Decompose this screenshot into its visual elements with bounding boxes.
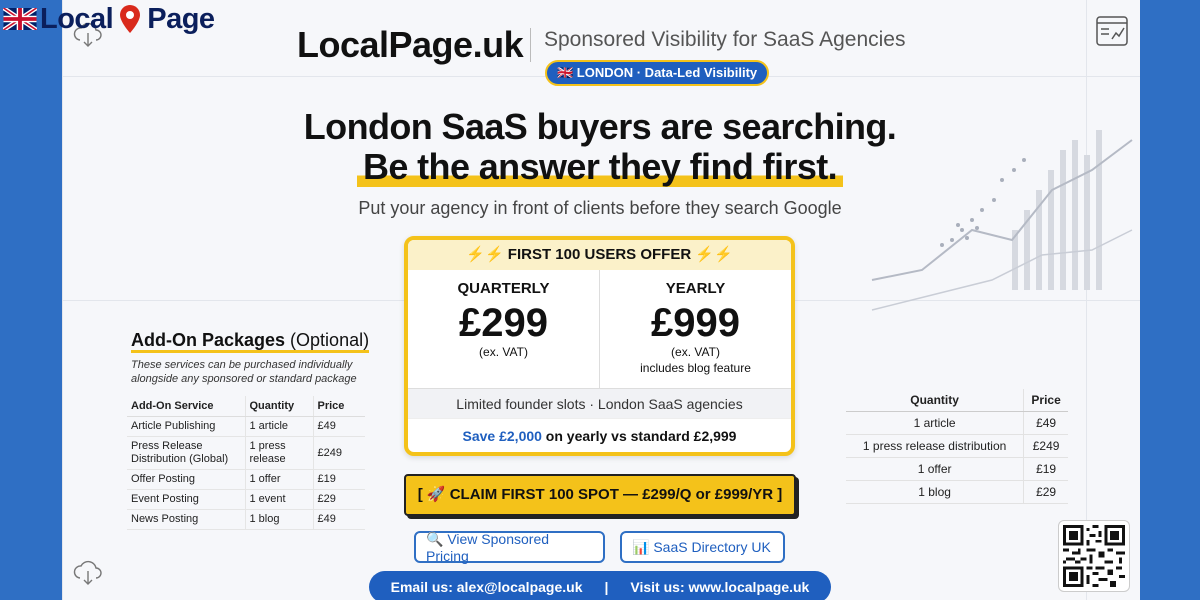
price-cell: £29 [312,489,365,510]
savings-text: on yearly vs standard £2,999 [541,428,737,444]
saas-directory-button[interactable]: 📊 SaaS Directory UK [620,531,785,563]
table-row: Article Publishing 1 article £49 [127,416,365,437]
table-header: Quantity [244,396,313,417]
plan-price: £999 [651,301,740,345]
grid-line [62,0,63,600]
service-cell: Article Publishing [127,416,245,437]
quantity-cell: 1 press release distribution [846,434,1024,458]
offer-card: ⚡⚡ FIRST 100 USERS OFFER ⚡⚡ QUARTERLY £2… [404,236,795,456]
offer-header: ⚡⚡ FIRST 100 USERS OFFER ⚡⚡ [408,240,791,270]
addon-title-bold: Add-On Packages [131,330,286,350]
price-cell: £29 [1023,480,1068,504]
plan-title: YEARLY [665,280,726,297]
table-header: Quantity [846,389,1024,412]
website-link[interactable]: Visit us: www.localpage.uk [630,579,809,595]
yearly-plan[interactable]: YEARLY £999 (ex. VAT) includes blog feat… [599,270,791,388]
location-pin-icon [120,5,141,33]
table-row: News Posting 1 blog £49 [127,509,365,530]
quantity-cell: 1 article [846,411,1024,435]
email-link[interactable]: Email us: alex@localpage.uk [391,579,583,595]
table-header: Add-On Service [127,396,245,417]
hero-headline-line2: Be the answer they find first. [0,146,1200,188]
table-row: 1 blog £29 [846,480,1068,504]
hero-highlight: Be the answer they find first. [356,146,844,187]
quantity-cell: 1 blog [846,480,1024,504]
table-row: Offer Posting 1 offer £19 [127,469,365,490]
table-header: Price [1023,389,1068,412]
service-cell: News Posting [127,509,245,530]
plan-price: £299 [459,301,548,345]
view-sponsored-pricing-button[interactable]: 🔍 View Sponsored Pricing [414,531,605,564]
quantity-cell: 1 event [244,489,313,510]
price-cell: £249 [1023,434,1068,458]
corner-logo: Local Page [0,2,215,36]
addon-packages-title: Add-On Packages (Optional) [131,330,370,353]
table-row: 1 press release distribution £249 [846,434,1068,458]
quantity-cell: 1 article [244,416,313,437]
addon-packages-note: These services can be purchased individu… [131,359,357,385]
service-cell: Event Posting [127,489,245,510]
claim-spot-button[interactable]: [ 🚀 CLAIM FIRST 100 SPOT — £299/Q or £99… [404,474,796,516]
plan-vat-note: (ex. VAT) [671,345,720,359]
qr-code-icon[interactable] [1058,520,1130,592]
quantity-cell: 1 offer [846,457,1024,481]
hero-subtitle: Put your agency in front of clients befo… [358,198,842,218]
addon-services-table: Add-On Service Quantity Price Article Pu… [127,396,365,530]
table-row: Press Release Distribution (Global) 1 pr… [127,436,365,470]
price-cell: £49 [1023,411,1068,435]
price-cell: £49 [312,416,365,437]
header-tagline: Sponsored Visibility for SaaS Agencies [544,28,906,51]
footer-separator: | [604,579,609,595]
service-cell: Offer Posting [127,469,245,490]
brand-logo: LocalPage.uk [297,24,524,65]
service-cell: Press Release Distribution (Global) [127,436,245,470]
table-row: Event Posting 1 event £29 [127,489,365,510]
qr-code-graphic [1063,525,1125,587]
quantity-cell: 1 blog [244,509,313,530]
right-pricing-table: Quantity Price 1 article £49 1 press rel… [846,389,1068,504]
location-pill: 🇬🇧 LONDON · Data-Led Visibility [545,60,770,86]
plan-title: QUARTERLY [457,280,550,297]
addon-title-optional: (Optional) [285,330,370,350]
price-cell: £19 [312,469,365,490]
table-header: Price [312,396,365,417]
price-cell: £19 [1023,457,1068,481]
offer-savings: Save £2,000 on yearly vs standard £2,999 [408,418,791,452]
price-cell: £249 [312,436,365,470]
quarterly-plan[interactable]: QUARTERLY £299 (ex. VAT) [408,270,599,388]
offer-slots-note: Limited founder slots · London SaaS agen… [408,388,791,418]
header-divider [530,28,531,62]
corner-logo-word1: Local [40,2,114,35]
savings-amount: Save £2,000 [462,428,542,444]
price-cell: £49 [312,509,365,530]
table-row: 1 offer £19 [846,457,1068,481]
contact-footer: Email us: alex@localpage.uk | Visit us: … [369,571,831,600]
table-row: 1 article £49 [846,411,1068,435]
plan-vat-note: (ex. VAT) [479,345,528,359]
quantity-cell: 1 press release [244,436,313,470]
plan-extra-note: includes blog feature [640,361,751,375]
cloud-download-icon [73,560,102,585]
analytics-window-icon [1096,16,1128,46]
uk-flag-icon [3,8,37,30]
quantity-cell: 1 offer [244,469,313,490]
hero-headline-line1: London SaaS buyers are searching. [303,106,897,147]
corner-logo-word2: Page [147,2,215,35]
